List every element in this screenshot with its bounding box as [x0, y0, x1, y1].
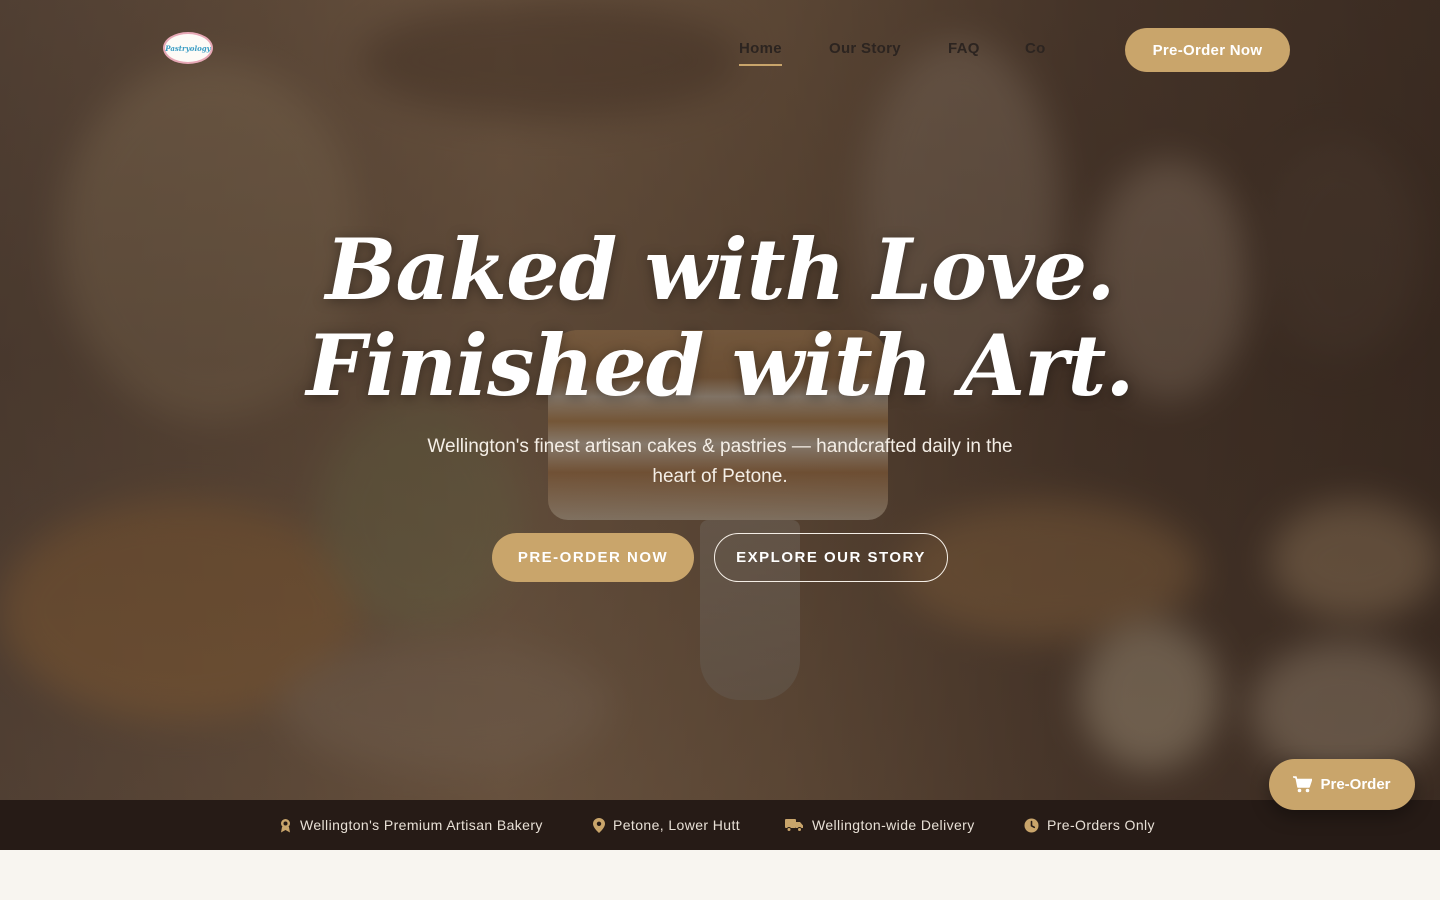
brand-logo-text: Pastryology — [165, 43, 211, 53]
cart-icon — [1293, 776, 1313, 793]
explore-our-story-button[interactable]: EXPLORE OUR STORY — [714, 533, 948, 582]
info-item-pre-orders: Pre-Orders Only — [1024, 800, 1155, 850]
floating-button-label: Pre-Order — [1320, 776, 1391, 793]
info-bar: Wellington's Premium Artisan Bakery Peto… — [0, 800, 1440, 850]
hero-headline-line-1: Baked with Love. — [325, 220, 1116, 319]
award-icon — [281, 818, 290, 832]
nav-link-our-story[interactable]: Our Story — [829, 40, 901, 57]
brand-logo[interactable]: Pastryology — [163, 32, 213, 64]
info-item-label: Pre-Orders Only — [1047, 817, 1155, 833]
nav-pre-order-button[interactable]: Pre-Order Now — [1125, 28, 1290, 72]
clock-icon — [1024, 818, 1039, 832]
info-item-premium-bakery: Wellington's Premium Artisan Bakery — [279, 800, 543, 850]
info-item-location: Petone, Lower Hutt — [593, 800, 740, 850]
info-item-label: Petone, Lower Hutt — [613, 817, 741, 833]
hero-subheading: Wellington's finest artisan cakes & past… — [427, 436, 1013, 487]
next-section — [0, 850, 1440, 900]
nav-link-home[interactable]: Home — [739, 40, 782, 66]
floating-pre-order-button[interactable]: Pre-Order — [1269, 759, 1415, 810]
hero-headline: Baked with Love. Finished with Art. — [0, 222, 1440, 414]
hero-section: Pastryology Home Our Story FAQ Co Pre-Or… — [0, 0, 1440, 800]
info-item-label: Wellington-wide Delivery — [812, 817, 975, 833]
delivery-truck-icon — [785, 819, 803, 832]
location-pin-icon — [593, 817, 605, 833]
pre-order-now-button[interactable]: PRE-ORDER NOW — [492, 533, 694, 582]
nav-link-contact[interactable]: Co — [1025, 40, 1046, 57]
nav-link-faq[interactable]: FAQ — [948, 40, 980, 57]
hero-headline-line-2: Finished with Art. — [306, 316, 1134, 415]
top-navigation: Pastryology Home Our Story FAQ Co Pre-Or… — [0, 0, 1440, 100]
info-item-label: Wellington's Premium Artisan Bakery — [300, 817, 543, 833]
info-item-delivery: Wellington-wide Delivery — [785, 800, 975, 850]
